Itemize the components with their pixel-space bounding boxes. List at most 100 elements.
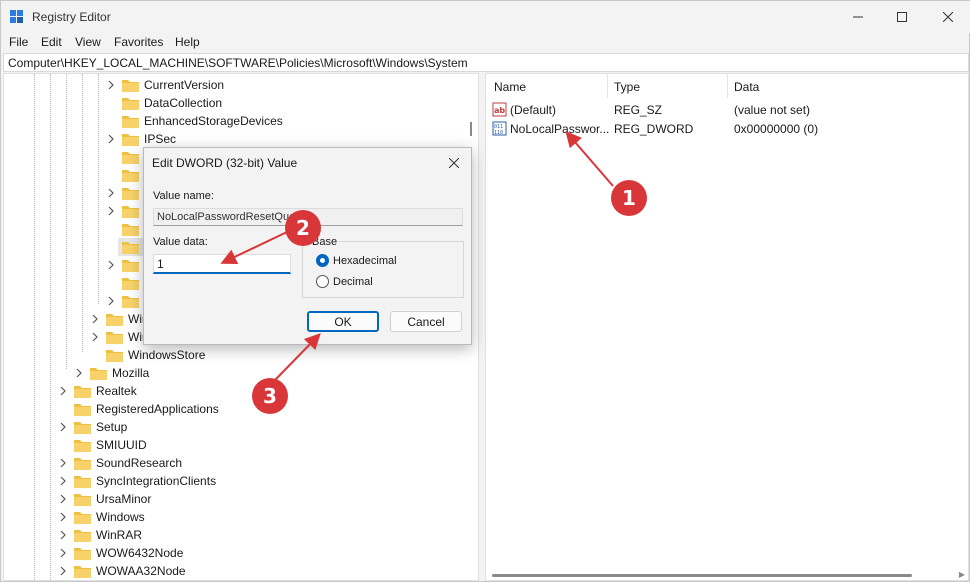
chevron-right-icon[interactable]	[106, 188, 116, 198]
tree-item[interactable]: Setup	[58, 418, 127, 436]
value-name-label: Value name:	[153, 190, 214, 202]
chevron-right-icon[interactable]	[58, 548, 68, 558]
tree-item[interactable]	[106, 202, 144, 220]
menu-help[interactable]: Help	[175, 35, 200, 49]
column-separator[interactable]	[607, 74, 608, 98]
horizontal-scrollbar-thumb[interactable]	[492, 574, 912, 577]
menu-edit[interactable]: Edit	[41, 35, 62, 49]
scroll-right-icon[interactable]: ▶	[959, 570, 965, 579]
tree-item-label: WindowsStore	[128, 348, 206, 362]
column-separator[interactable]	[727, 74, 728, 98]
menu-view[interactable]: View	[75, 35, 101, 49]
value-type: REG_DWORD	[614, 122, 694, 136]
tree-item[interactable]: SyncIntegrationClients	[58, 472, 216, 490]
chevron-right-icon[interactable]	[58, 566, 68, 576]
close-icon	[449, 158, 459, 168]
tree-item[interactable]: SMIUUID	[74, 436, 147, 454]
chevron-right-icon[interactable]	[106, 260, 116, 270]
tree-item[interactable]: WOW6432Node	[58, 544, 183, 562]
folder-icon	[122, 151, 139, 164]
list-row[interactable]: 011 110 NoLocalPasswor... REG_DWORD 0x00…	[486, 119, 968, 138]
tree-item[interactable]: IPSec	[106, 130, 176, 148]
tree-item[interactable]	[106, 256, 144, 274]
tree-item[interactable]: WOWAA32Node	[58, 562, 186, 580]
tree-item[interactable]: WindowsStore	[106, 346, 205, 364]
close-button[interactable]	[925, 1, 970, 33]
tree-guide-line	[98, 74, 99, 304]
tree-guide-line	[66, 74, 67, 369]
chevron-right-icon[interactable]	[74, 368, 84, 378]
column-header-name[interactable]: Name	[494, 80, 526, 94]
tree-item[interactable]	[122, 220, 144, 238]
radio-unselected-icon[interactable]	[316, 275, 329, 288]
tree-item[interactable]: WinRAR	[58, 526, 142, 544]
tree-item-label: CurrentVersion	[144, 78, 225, 92]
column-header-data[interactable]: Data	[734, 80, 759, 94]
tree-item[interactable]: Windows	[58, 508, 145, 526]
folder-icon	[122, 205, 139, 218]
svg-text:ab: ab	[494, 106, 505, 115]
chevron-right-icon[interactable]	[106, 296, 116, 306]
chevron-right-icon[interactable]	[106, 206, 116, 216]
chevron-right-icon[interactable]	[58, 422, 68, 432]
tree-item[interactable]: CurrentVersion	[106, 76, 224, 94]
menu-favorites[interactable]: Favorites	[114, 35, 163, 49]
value-data: (value not set)	[734, 103, 811, 117]
tree-item-label: Mozilla	[112, 366, 150, 380]
chevron-right-icon[interactable]	[58, 512, 68, 522]
decimal-radio[interactable]: Decimal	[316, 275, 373, 288]
tree-item[interactable]: Win	[90, 310, 149, 328]
close-icon	[943, 12, 953, 22]
tree-item[interactable]: Win	[90, 328, 149, 346]
tree-item-label: SyncIntegrationClients	[96, 474, 217, 488]
folder-icon	[74, 475, 91, 488]
maximize-button[interactable]	[879, 1, 925, 33]
radio-selected-icon[interactable]	[316, 254, 329, 267]
tree-item[interactable]: SoundResearch	[58, 454, 182, 472]
tree-item-label: SoundResearch	[96, 456, 183, 470]
folder-icon	[122, 133, 139, 146]
minimize-icon	[853, 16, 863, 18]
tree-item[interactable]: Realtek	[58, 382, 137, 400]
folder-icon	[122, 97, 139, 110]
chevron-right-icon[interactable]	[90, 332, 100, 342]
chevron-right-icon[interactable]	[106, 134, 116, 144]
tree-item-label: IPSec	[144, 132, 177, 146]
chevron-right-icon[interactable]	[58, 494, 68, 504]
registry-editor-icon	[10, 10, 23, 23]
minimize-button[interactable]	[835, 1, 881, 33]
chevron-right-icon[interactable]	[58, 386, 68, 396]
cancel-button[interactable]: Cancel	[390, 311, 462, 332]
tree-item[interactable]	[122, 166, 144, 184]
chevron-right-icon[interactable]	[90, 314, 100, 324]
folder-icon	[122, 277, 139, 290]
address-bar[interactable]: Computer\HKEY_LOCAL_MACHINE\SOFTWARE\Pol…	[3, 53, 969, 72]
hexadecimal-label: Hexadecimal	[333, 254, 397, 267]
folder-icon	[74, 493, 91, 506]
tree-item[interactable]: RegisteredApplications	[74, 400, 219, 418]
hexadecimal-radio[interactable]: Hexadecimal	[316, 254, 397, 267]
menu-file[interactable]: File	[9, 35, 28, 49]
chevron-right-icon[interactable]	[58, 458, 68, 468]
base-group	[302, 241, 464, 298]
tree-item[interactable]	[122, 274, 144, 292]
tree-item[interactable]	[106, 184, 144, 202]
registry-editor-window: Registry Editor File Edit View Favorites…	[0, 0, 970, 582]
dialog-close-button[interactable]	[443, 152, 465, 174]
ok-button[interactable]: OK	[307, 311, 379, 332]
tree-scrollbar-thumb[interactable]	[470, 122, 472, 136]
tree-item[interactable]	[106, 292, 144, 310]
value-data-input[interactable]: 1	[153, 254, 291, 274]
tree-item[interactable]: EnhancedStorageDevices	[122, 112, 283, 130]
chevron-right-icon[interactable]	[106, 80, 116, 90]
tree-item[interactable]: Mozilla	[74, 364, 149, 382]
chevron-right-icon[interactable]	[58, 476, 68, 486]
column-header-type[interactable]: Type	[614, 80, 640, 94]
tree-item-label: DataCollection	[144, 96, 223, 110]
values-list[interactable]: Name Type Data ab (Default) REG_SZ (valu…	[485, 73, 969, 581]
chevron-right-icon[interactable]	[58, 530, 68, 540]
list-row[interactable]: ab (Default) REG_SZ (value not set)	[486, 100, 968, 119]
tree-item[interactable]	[122, 148, 144, 166]
tree-item[interactable]: UrsaMinor	[58, 490, 151, 508]
tree-item[interactable]: DataCollection	[122, 94, 222, 112]
